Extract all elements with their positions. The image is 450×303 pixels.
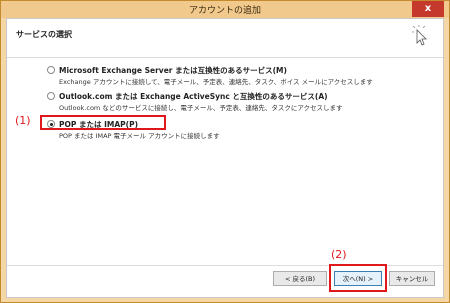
annotation-step-1: (1) xyxy=(15,114,31,127)
highlight-pop-imap xyxy=(40,115,166,130)
add-account-window: アカウントの追加 x サービスの選択 Microsoft Exchange Se… xyxy=(0,0,450,303)
option-pop-imap-desc: POP または IMAP 電子メール アカウントに接続します xyxy=(59,132,220,140)
page-title: サービスの選択 xyxy=(16,30,72,39)
cancel-button[interactable]: キャンセル xyxy=(389,271,435,286)
radio-exchange-server[interactable] xyxy=(47,66,55,74)
option-exchange-server-label[interactable]: Microsoft Exchange Server または互換性のあるサービス(… xyxy=(59,65,287,76)
dialog-header: サービスの選択 xyxy=(7,19,443,58)
back-button[interactable]: < 戻る(B) xyxy=(273,271,327,286)
next-button[interactable]: 次へ(N) > xyxy=(334,271,382,286)
radio-activesync[interactable] xyxy=(47,92,55,100)
window-title: アカウントの追加 xyxy=(188,6,261,16)
option-activesync-label[interactable]: Outlook.com または Exchange ActiveSync と互換性… xyxy=(59,91,328,102)
annotation-step-2: (2) xyxy=(331,248,347,261)
title-bar[interactable]: アカウントの追加 x xyxy=(1,1,449,18)
dialog-content: サービスの選択 Microsoft Exchange Server または互換性… xyxy=(6,18,444,298)
option-activesync-desc: Outlook.com などのサービスに接続し、電子メール、予定表、連絡先、タス… xyxy=(59,104,343,112)
cursor-click-icon xyxy=(412,25,427,46)
option-exchange-server-desc: Exchange アカウントに接続して、電子メール、予定表、連絡先、タスク、ボイ… xyxy=(59,78,373,86)
close-button[interactable]: x xyxy=(412,1,444,17)
